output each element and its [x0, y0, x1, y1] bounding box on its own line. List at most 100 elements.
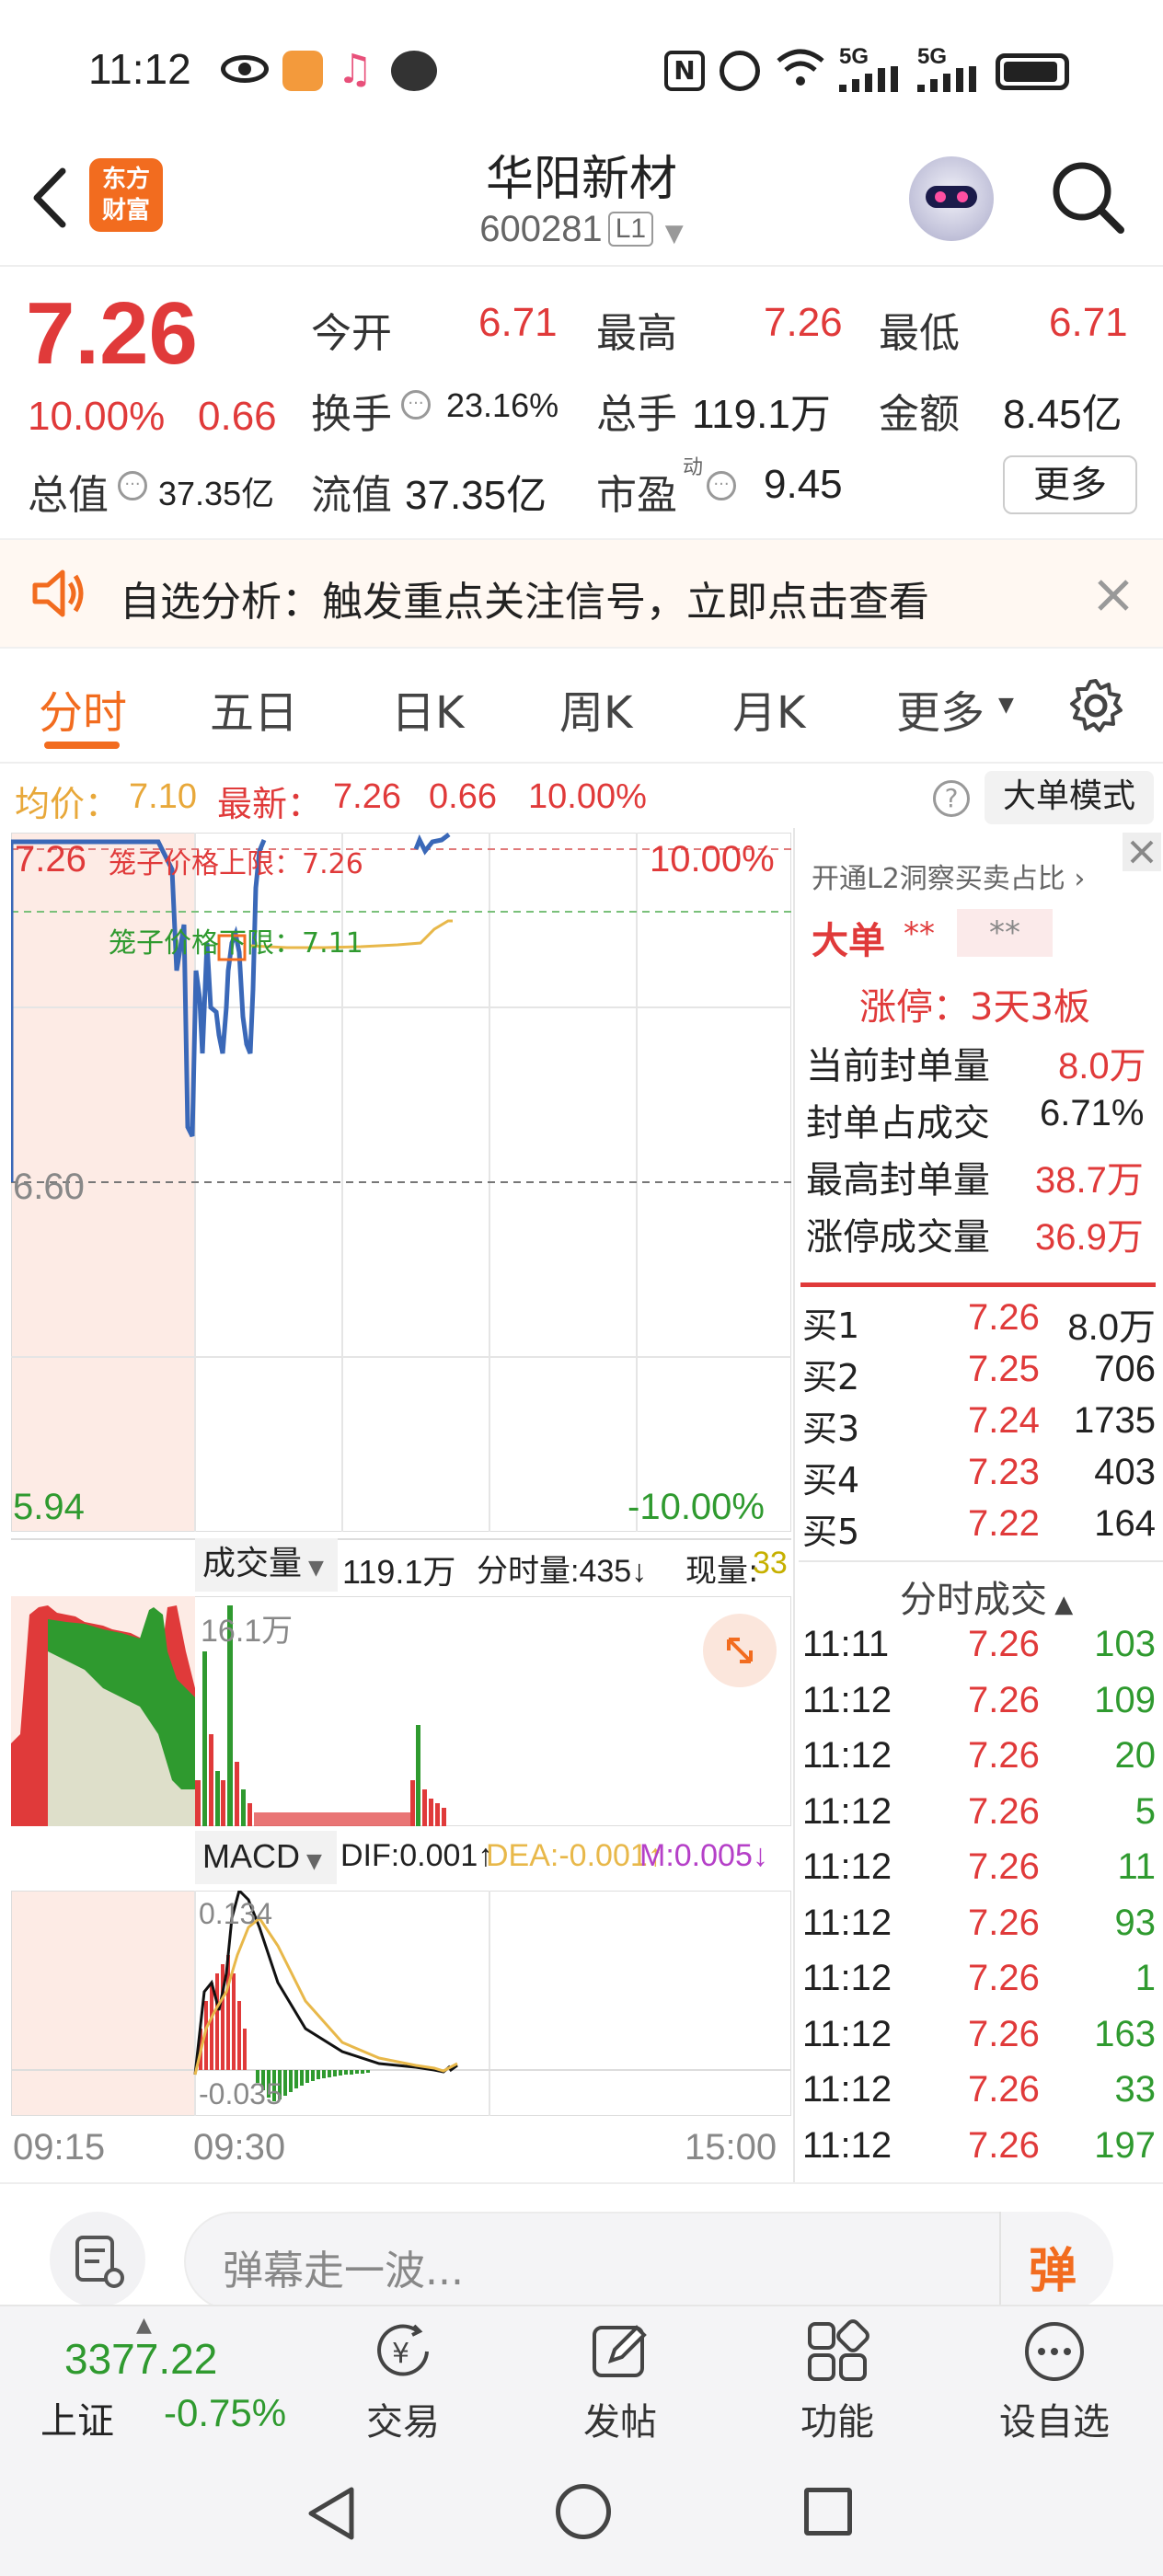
red-divider [800, 1282, 1156, 1287]
trade-volume: 163 [1094, 2013, 1156, 2054]
sys-back-icon[interactable] [304, 2484, 359, 2543]
info-icon[interactable]: ··· [401, 390, 431, 420]
time-axis-open: 09:30 [193, 2127, 286, 2168]
macd-top-label: 0.134 [199, 1897, 273, 1930]
tab-daily-k[interactable]: 日K [391, 676, 464, 741]
macd-bot-label: -0.035 [199, 2077, 282, 2110]
help-icon[interactable]: ? [933, 780, 970, 817]
macd-selector-label: MACD [202, 1837, 300, 1875]
low-label: 最低 [879, 310, 960, 357]
stock-code: 600281 [479, 209, 603, 249]
trade-time: 11:12 [802, 1679, 892, 1720]
tab-intraday[interactable]: 分时 [39, 676, 127, 741]
nav-trade-label: 交易 [366, 2401, 440, 2444]
macd-chart[interactable] [11, 1891, 791, 2116]
volume-chart[interactable] [11, 1596, 791, 1826]
seal-current-value: 8.0万 [1058, 1046, 1146, 1087]
settings-gear-icon[interactable] [1067, 677, 1124, 734]
change-pct: 10.00% [28, 394, 166, 439]
nav-trade[interactable]: ¥ 交易 [311, 2318, 495, 2445]
trade-time: 11:12 [802, 1790, 892, 1832]
nav-post[interactable]: 发帖 [528, 2318, 712, 2445]
index-widget[interactable]: ▲ 3377.22 上证 -0.75% [28, 2314, 322, 2443]
trade-volume: 93 [1114, 1902, 1157, 1943]
trades-header[interactable]: 分时成交 ▲ [900, 1570, 1073, 1623]
open-value: 6.71 [478, 300, 558, 345]
signal-bars-icon-2 [917, 66, 982, 92]
info-icon-3[interactable]: ··· [707, 471, 736, 500]
info-icon-2[interactable]: ··· [118, 471, 147, 500]
high-value: 7.26 [764, 300, 843, 345]
right-close-icon[interactable] [1123, 833, 1161, 871]
nav-add-watchlist-label: 设自选 [999, 2401, 1110, 2444]
trade-row: 11:12 7.26 1 [800, 1958, 1161, 2013]
eye-icon [221, 55, 269, 83]
amount-value: 8.45亿 [1003, 392, 1123, 437]
sys-recents-icon[interactable] [804, 2488, 852, 2536]
search-icon[interactable] [1049, 158, 1126, 236]
trade-row: 11:12 7.26 5 [800, 1791, 1161, 1846]
robot-avatar-icon[interactable] [909, 156, 994, 241]
y-top-label: 7.26 [15, 839, 86, 880]
bid-label: 买5 [802, 1512, 860, 1552]
seal-max-label: 最高封单量 [806, 1159, 990, 1202]
trade-price: 7.26 [968, 2069, 1040, 2110]
volume-selector[interactable]: 成交量 ▼ [195, 1538, 338, 1592]
trade-price: 7.26 [968, 1902, 1040, 1943]
sys-home-icon[interactable] [556, 2484, 611, 2539]
cage-lower-label: 笼子价格下限：7.11 [109, 927, 363, 960]
tab-five-day[interactable]: 五日 [210, 676, 298, 741]
dropdown-icon: ▼ [302, 1557, 324, 1580]
bid-label: 买1 [802, 1305, 860, 1346]
bid-price: 7.24 [968, 1400, 1040, 1441]
trades-list[interactable]: 11:11 7.26 103 11:12 7.26 109 11:12 7.26 20 11:12… [800, 1624, 1161, 2176]
right-panel-divider [793, 828, 795, 2182]
trade-volume: 33 [1114, 2069, 1157, 2110]
pe-value: 9.45 [764, 462, 843, 507]
nav-functions[interactable]: 功能 [745, 2318, 929, 2445]
dropdown-icon: ▼ [664, 220, 684, 247]
tick-volume: 分时量:435↓ [477, 1554, 648, 1589]
pct-top-label: 10.00% [650, 839, 775, 880]
seal-ratio-label: 封单占成交 [806, 1102, 990, 1144]
trade-price: 7.26 [968, 1958, 1040, 1998]
time-axis-close: 15:00 [685, 2127, 777, 2168]
grid-apps-icon [804, 2318, 870, 2385]
level-badge: L1 [607, 212, 654, 247]
amount-label: 金额 [879, 391, 960, 438]
tab-weekly-k[interactable]: 周K [559, 676, 632, 741]
nav-add-watchlist[interactable]: 设自选 [962, 2318, 1146, 2445]
trade-price: 7.26 [968, 2013, 1040, 2054]
trade-row: 11:12 7.26 109 [800, 1680, 1161, 1735]
danmu-input[interactable]: 弹幕走一波... [184, 2212, 1113, 2311]
index-name: 上证 [40, 2400, 114, 2443]
latest-change: 0.66 [429, 777, 497, 816]
expand-icon[interactable] [703, 1614, 777, 1687]
more-button[interactable]: 更多 [1003, 455, 1137, 514]
svg-text:¥: ¥ [392, 2338, 409, 2370]
more-dots-icon [1021, 2318, 1088, 2385]
bid-volume: 164 [1094, 1503, 1156, 1544]
current-price: 7.26 [26, 284, 198, 383]
limit-up-info: 涨停：3天3板 [859, 986, 1090, 1029]
big-order-mode-button[interactable]: 大单模式 [985, 771, 1154, 824]
trade-price: 7.26 [968, 1624, 1040, 1664]
macd-selector[interactable]: MACD ▼ [195, 1831, 337, 1884]
notes-settings-icon[interactable] [50, 2212, 145, 2307]
close-icon[interactable] [1090, 572, 1136, 618]
trade-price: 7.26 [968, 1846, 1040, 1887]
total-mv-value: 37.35亿 [158, 475, 275, 512]
trade-row: 11:12 7.26 93 [800, 1903, 1161, 1958]
music-icon: ♫ [337, 46, 374, 93]
pe-superscript: 动 [683, 456, 704, 479]
danmu-button[interactable]: 弹 [999, 2212, 1113, 2311]
l2-link[interactable]: 开通L2洞察买卖占比 › [812, 856, 1085, 896]
avg-label: 均价： [15, 784, 121, 824]
tab-monthly-k[interactable]: 月K [732, 676, 805, 741]
bid-volume: 1735 [1074, 1400, 1156, 1441]
limit-volume-value: 36.9万 [1035, 1217, 1144, 1258]
tab-more[interactable]: 更多 [896, 676, 985, 741]
trade-time: 11:12 [802, 2013, 892, 2054]
avg-value: 7.10 [129, 777, 197, 816]
trade-time: 11:12 [802, 1846, 892, 1887]
